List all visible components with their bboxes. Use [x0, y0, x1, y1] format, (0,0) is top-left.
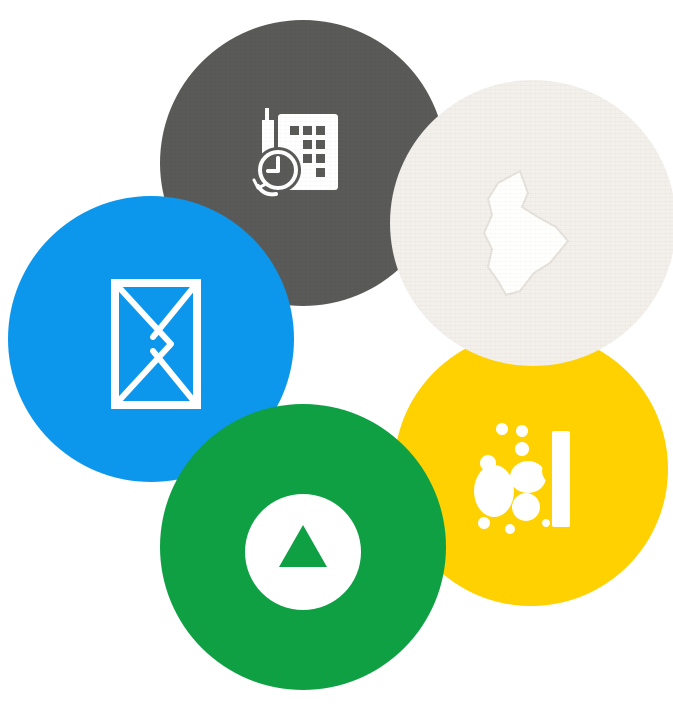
map-region-icon	[482, 169, 570, 297]
green-circle[interactable]	[160, 404, 446, 690]
envelope-icon	[111, 279, 201, 409]
circle-icon-cluster	[0, 0, 673, 704]
cream-circle[interactable]	[390, 80, 673, 366]
group-people-icon	[474, 423, 570, 534]
calendar-clock-icon	[252, 108, 338, 197]
play-up-triangle-icon	[245, 494, 361, 610]
